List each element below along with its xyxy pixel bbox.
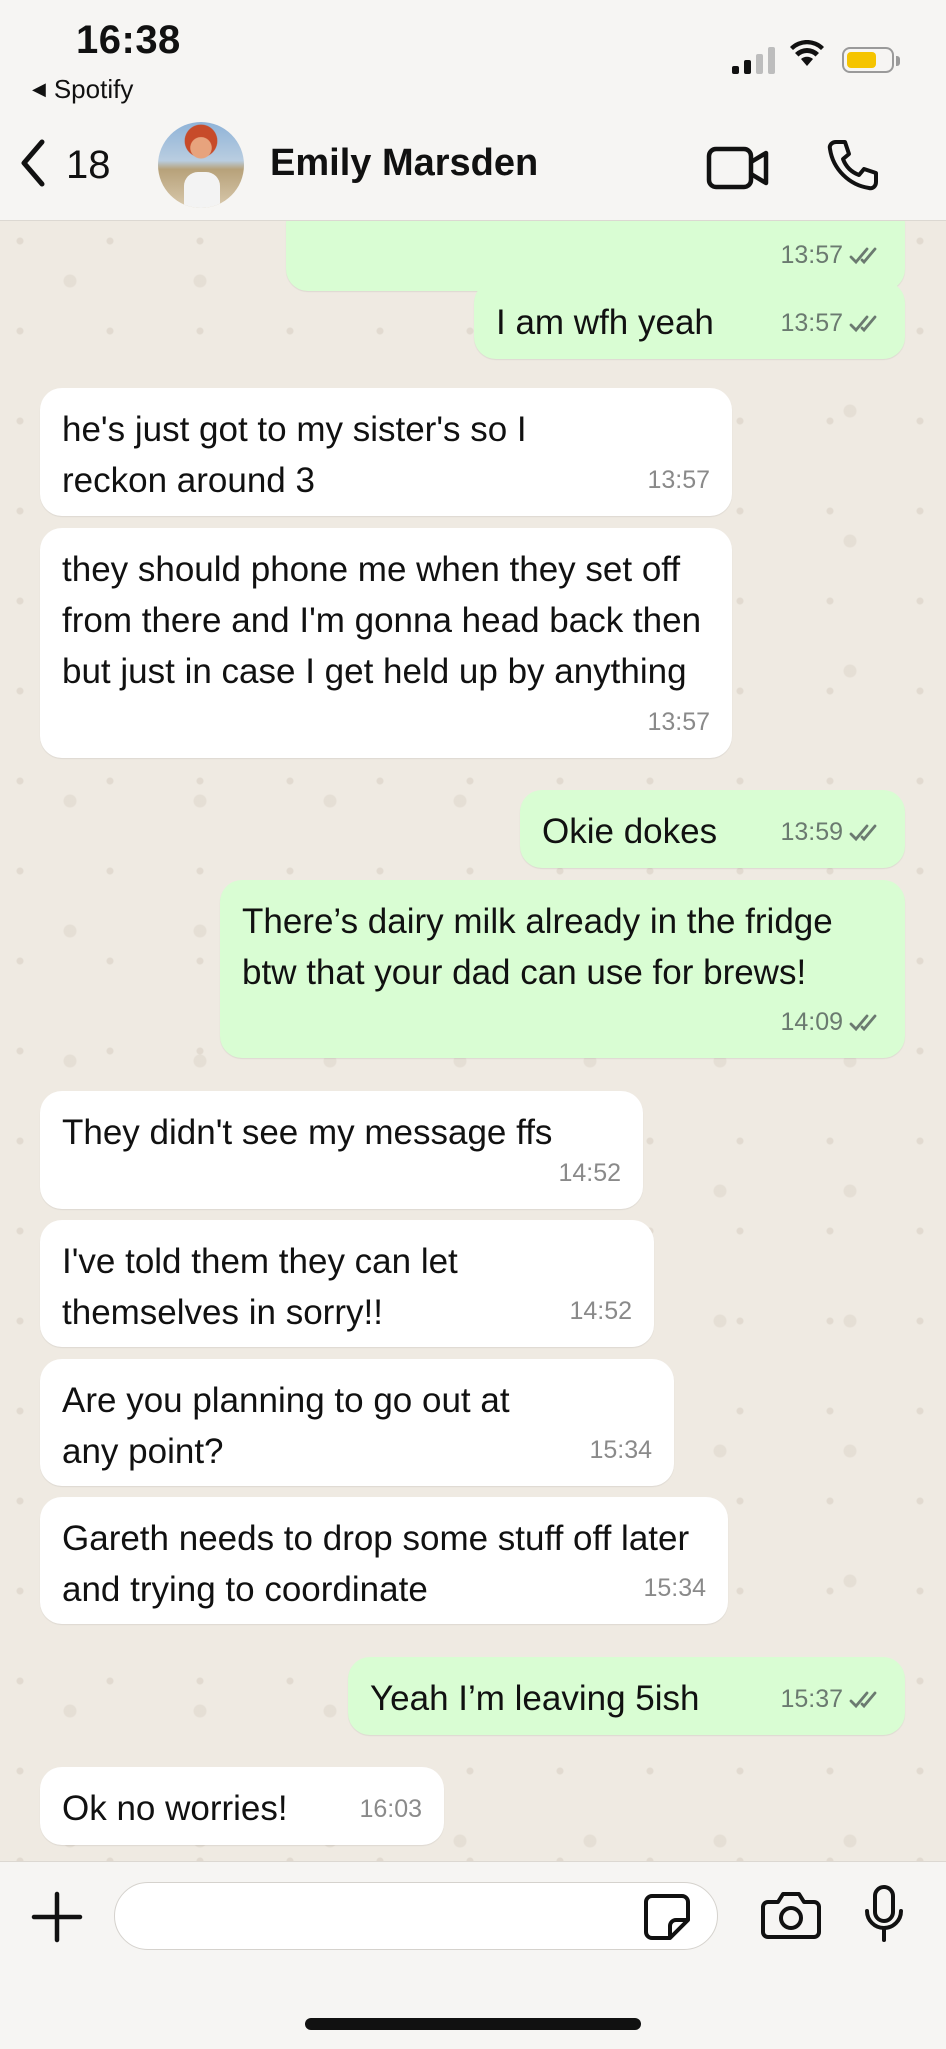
double-check-icon bbox=[849, 823, 883, 843]
camera-icon bbox=[760, 1892, 822, 1944]
double-check-icon bbox=[849, 1013, 883, 1033]
message-text: I've told them they can let themselves i… bbox=[62, 1242, 458, 1332]
message-time: 13:57 bbox=[780, 309, 843, 337]
status-time: 16:38 bbox=[76, 18, 181, 62]
message-text: he's just got to my sister's so I reckon… bbox=[62, 410, 527, 500]
double-check-icon bbox=[849, 246, 883, 266]
message-bubble-outgoing[interactable]: Okie dokes 13:59 bbox=[520, 790, 905, 868]
sticker-icon bbox=[642, 1894, 692, 1946]
message-input[interactable] bbox=[114, 1882, 718, 1950]
message-bubble-incoming[interactable]: I've told them they can let themselves i… bbox=[40, 1220, 654, 1347]
message-bubble-outgoing[interactable]: I am wfh yeah 13:57 bbox=[474, 281, 905, 359]
message-time: 13:59 bbox=[780, 818, 843, 846]
message-composer bbox=[0, 1861, 946, 2049]
message-time: 16:03 bbox=[359, 1795, 422, 1823]
double-check-icon bbox=[849, 314, 883, 334]
contact-name[interactable]: Emily Marsden bbox=[270, 142, 538, 185]
camera-button[interactable] bbox=[760, 1890, 822, 1945]
message-time: 13:57 bbox=[780, 241, 843, 269]
message-text: Are you planning to go out at any point? bbox=[62, 1381, 510, 1471]
back-app-label: Spotify bbox=[53, 74, 134, 104]
message-list[interactable]: 13:57 I am wfh yeah 13:57 he's just got … bbox=[0, 221, 946, 1861]
message-bubble-outgoing[interactable]: There’s dairy milk already in the fridge… bbox=[220, 880, 905, 1058]
sticker-button[interactable] bbox=[642, 1892, 692, 1947]
status-bar: 16:38 ◀ Spotify bbox=[0, 0, 946, 125]
back-triangle-icon: ◀ bbox=[32, 79, 46, 99]
message-text: They didn't see my message ffs bbox=[62, 1113, 553, 1152]
cellular-signal-icon bbox=[732, 44, 775, 74]
video-camera-icon bbox=[706, 146, 770, 194]
battery-icon bbox=[842, 47, 900, 73]
voice-call-button[interactable] bbox=[826, 138, 880, 197]
message-time: 15:34 bbox=[643, 1574, 706, 1602]
message-time: 15:34 bbox=[589, 1436, 652, 1464]
video-call-button[interactable] bbox=[706, 146, 770, 195]
attach-button[interactable] bbox=[30, 1890, 84, 1949]
chevron-left-icon bbox=[18, 138, 48, 193]
avatar[interactable] bbox=[158, 122, 244, 208]
message-bubble-outgoing[interactable]: Yeah I’m leaving 5ish 15:37 bbox=[348, 1657, 905, 1735]
message-time: 13:57 bbox=[647, 466, 710, 494]
message-bubble-incoming[interactable]: Are you planning to go out at any point?… bbox=[40, 1359, 674, 1486]
back-to-app-link[interactable]: ◀ Spotify bbox=[32, 74, 133, 105]
message-bubble-incoming[interactable]: he's just got to my sister's so I reckon… bbox=[40, 388, 732, 516]
message-time: 14:09 bbox=[780, 1008, 843, 1036]
plus-icon bbox=[30, 1891, 84, 1948]
message-time: 13:57 bbox=[647, 708, 710, 736]
message-time: 14:52 bbox=[569, 1297, 632, 1325]
message-time: 15:37 bbox=[780, 1685, 843, 1713]
message-bubble-incoming[interactable]: Gareth needs to drop some stuff off late… bbox=[40, 1497, 728, 1624]
message-bubble-incoming[interactable]: They didn't see my message ffs 14:52 bbox=[40, 1091, 643, 1209]
message-bubble-incoming[interactable]: Ok no worries! 16:03 bbox=[40, 1767, 444, 1845]
microphone-icon bbox=[862, 1885, 906, 1948]
voice-message-button[interactable] bbox=[862, 1884, 906, 1949]
wifi-icon bbox=[790, 39, 824, 73]
message-bubble-incoming[interactable]: they should phone me when they set off f… bbox=[40, 528, 732, 758]
double-check-icon bbox=[849, 1690, 883, 1710]
message-text: Gareth needs to drop some stuff off late… bbox=[62, 1519, 690, 1609]
chat-header: 18 Emily Marsden bbox=[0, 110, 946, 221]
phone-icon bbox=[826, 140, 880, 196]
message-text: There’s dairy milk already in the fridge… bbox=[242, 902, 833, 992]
home-indicator[interactable] bbox=[305, 2018, 641, 2030]
back-button[interactable]: 18 bbox=[18, 138, 111, 193]
unread-count: 18 bbox=[66, 143, 111, 187]
message-time: 14:52 bbox=[558, 1159, 621, 1187]
message-text: they should phone me when they set off f… bbox=[62, 550, 702, 691]
